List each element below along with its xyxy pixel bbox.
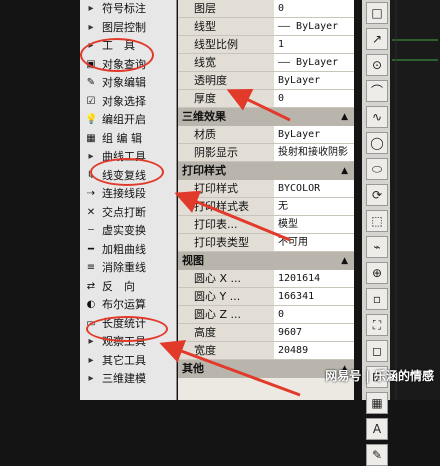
annotation-arrows [159,89,301,397]
watermark-text: 网易号 | 乐涵的情感 [325,369,434,383]
draw-tool-button[interactable]: A [366,418,388,440]
draw-tool-button[interactable]: ✎ [366,444,388,466]
